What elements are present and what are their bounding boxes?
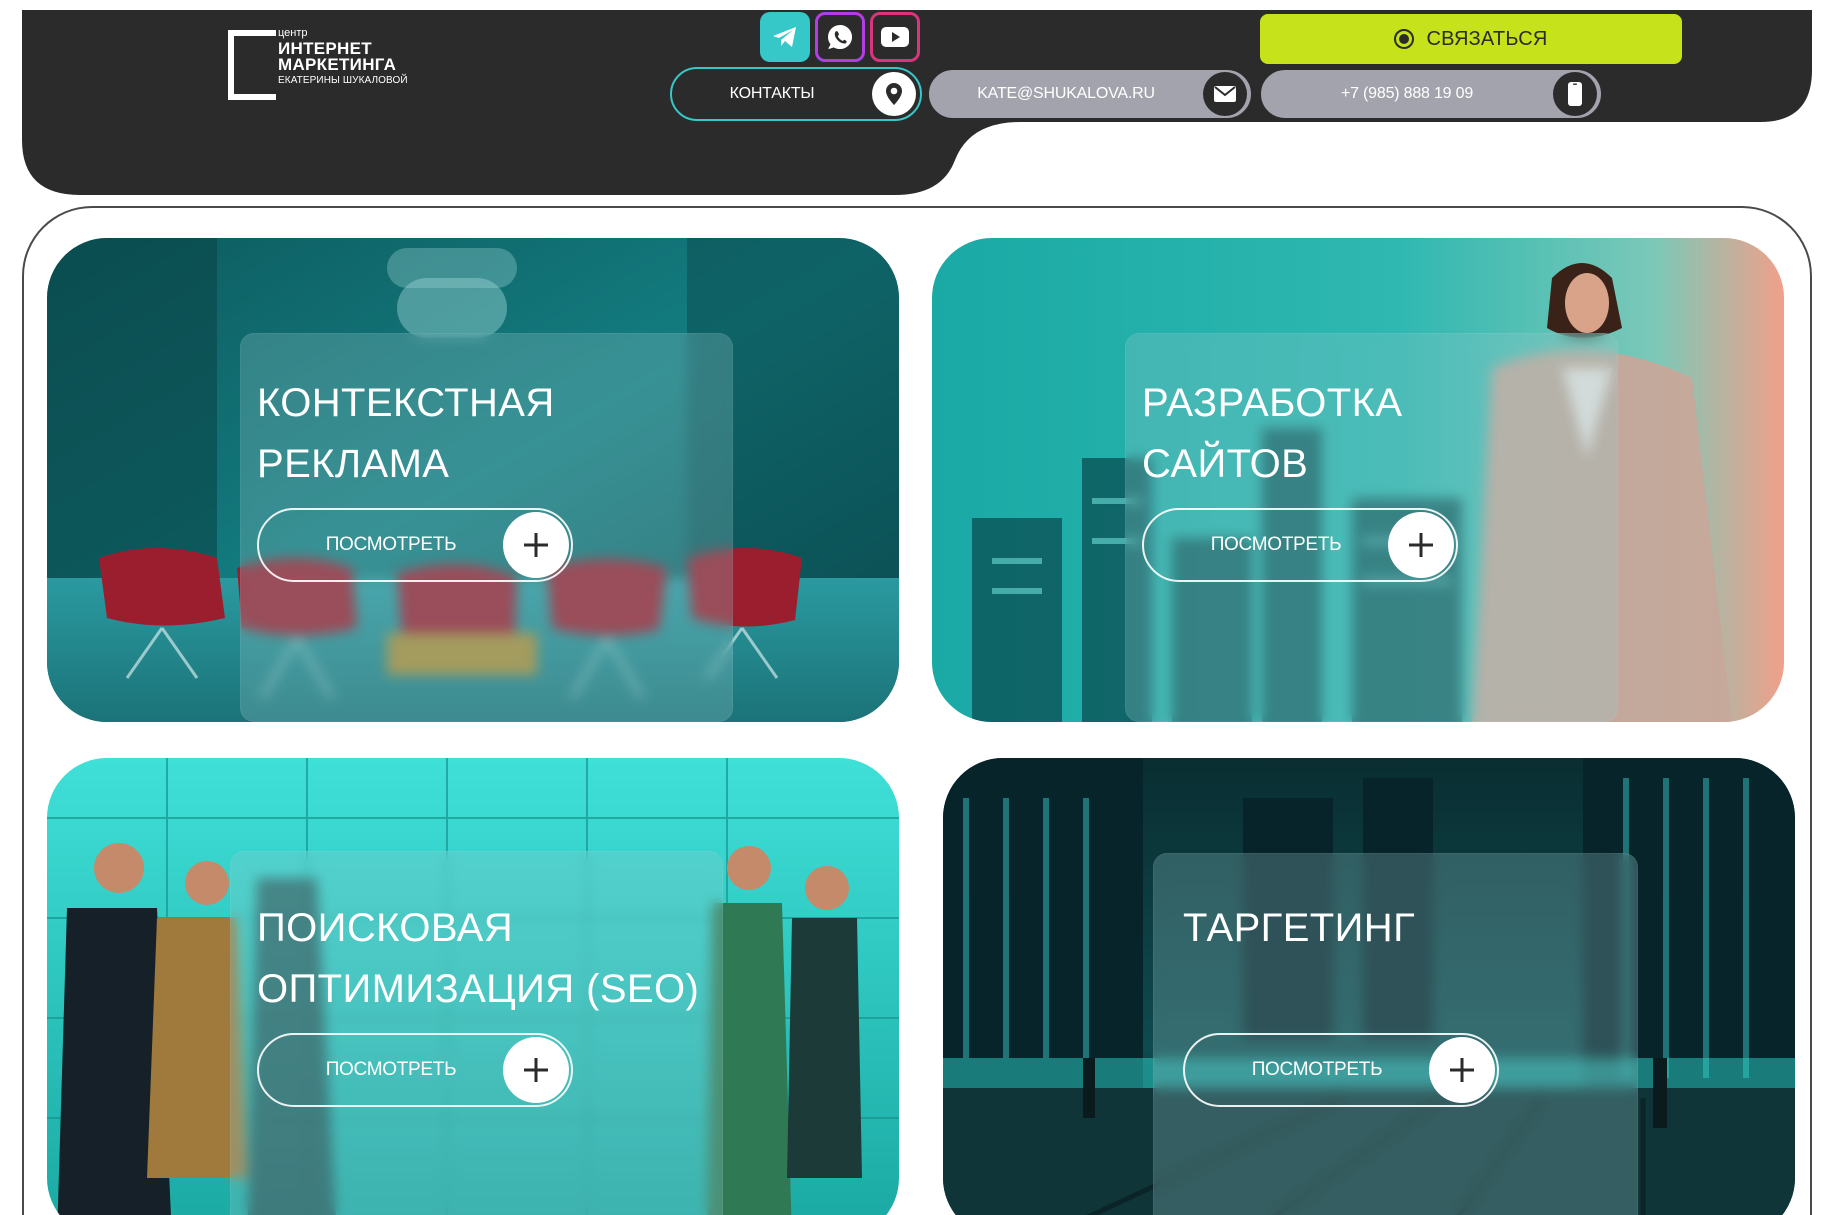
card-title: РАЗРАБОТКА САЙТОВ [1142, 381, 1403, 486]
plus-icon [503, 1037, 569, 1103]
youtube-icon [881, 27, 909, 47]
contact-us-label: СВЯЗАТЬСЯ [1426, 27, 1548, 50]
mobile-phone-icon [1553, 72, 1597, 116]
service-card-targeting[interactable]: ТАРГЕТИНГ ПОСМОТРЕТЬ [943, 758, 1795, 1215]
logo-line-2: МАРКЕТИНГА [278, 55, 397, 74]
view-button-label: ПОСМОТРЕТЬ [325, 534, 457, 555]
whatsapp-icon [828, 25, 852, 49]
contacts-label: КОНТАКТЫ [729, 85, 815, 102]
service-card-context-ads[interactable]: КОНТЕКСТНАЯ РЕКЛАМА ПОСМОТРЕТЬ [47, 238, 899, 722]
radio-dot-icon [1394, 29, 1415, 49]
view-button[interactable]: ПОСМОТРЕТЬ [257, 508, 573, 582]
service-card-seo[interactable]: ПОИСКОВАЯ ОПТИМИЗАЦИЯ (SEO) ПОСМОТРЕТЬ [47, 758, 899, 1215]
service-card-web-development[interactable]: РАЗРАБОТКА САЙТОВ ПОСМОТРЕТЬ [932, 238, 1784, 722]
location-pin-icon [872, 72, 916, 116]
email-label: KATE@SHUKALOVA.RU [977, 85, 1155, 102]
telegram-icon [773, 27, 796, 47]
site-logo[interactable]: центр ИНТЕРНЕТ МАРКЕТИНГА ЕКАТЕРИНЫ ШУКА… [228, 28, 408, 106]
email-link[interactable]: KATE@SHUKALOVA.RU [926, 67, 1254, 121]
contacts-link[interactable]: КОНТАКТЫ [670, 67, 922, 121]
phone-link[interactable]: +7 (985) 888 19 09 [1258, 67, 1604, 121]
youtube-button[interactable] [870, 12, 920, 62]
telegram-button[interactable] [760, 12, 810, 62]
card-title: ТАРГЕТИНГ [1183, 906, 1416, 950]
view-button-label: ПОСМОТРЕТЬ [1251, 1059, 1383, 1080]
view-button[interactable]: ПОСМОТРЕТЬ [1183, 1033, 1499, 1107]
logo-small-text: центр [278, 27, 308, 39]
contact-us-button[interactable]: СВЯЗАТЬСЯ [1260, 14, 1682, 64]
plus-icon [503, 512, 569, 578]
view-button-label: ПОСМОТРЕТЬ [1210, 534, 1342, 555]
logo-text: центр ИНТЕРНЕТ МАРКЕТИНГА ЕКАТЕРИНЫ ШУКА… [278, 28, 408, 86]
logo-bracket-icon [228, 30, 276, 100]
whatsapp-button[interactable] [815, 12, 865, 62]
view-button[interactable]: ПОСМОТРЕТЬ [1142, 508, 1458, 582]
view-button[interactable]: ПОСМОТРЕТЬ [257, 1033, 573, 1107]
envelope-icon [1203, 72, 1247, 116]
plus-icon [1388, 512, 1454, 578]
card-title: ПОИСКОВАЯ ОПТИМИЗАЦИЯ (SEO) [257, 906, 700, 1011]
phone-label: +7 (985) 888 19 09 [1340, 85, 1474, 102]
card-title: КОНТЕКСТНАЯ РЕКЛАМА [257, 381, 555, 486]
page: центр ИНТЕРНЕТ МАРКЕТИНГА ЕКАТЕРИНЫ ШУКА… [0, 0, 1829, 1215]
logo-subtitle: ЕКАТЕРИНЫ ШУКАЛОВОЙ [278, 75, 408, 86]
plus-icon [1429, 1037, 1495, 1103]
view-button-label: ПОСМОТРЕТЬ [325, 1059, 457, 1080]
